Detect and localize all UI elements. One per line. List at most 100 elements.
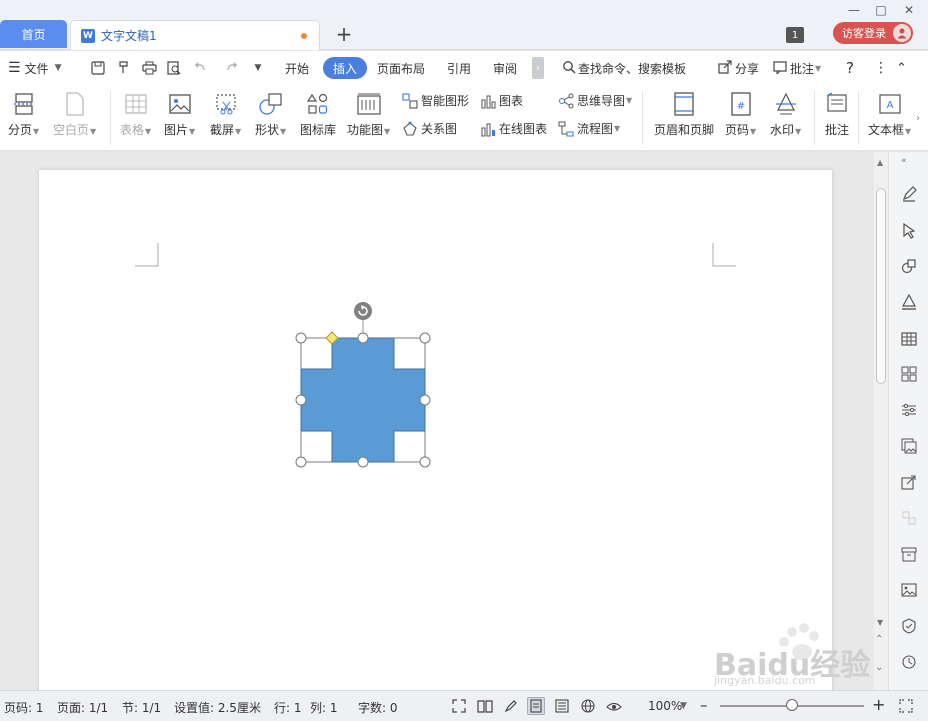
print-icon[interactable]	[141, 60, 157, 76]
status-section[interactable]: 节: 1/1	[122, 699, 161, 716]
header-footer-button[interactable]: 页眉和页脚	[654, 91, 714, 138]
zoom-slider-knob[interactable]	[786, 699, 798, 711]
zoom-out-minus-icon[interactable]: –	[700, 696, 708, 714]
table-panel-icon[interactable]	[899, 329, 919, 349]
smart-shape-button[interactable]: 智能图形	[402, 92, 469, 109]
style-fill-icon[interactable]	[899, 292, 919, 312]
resize-handle-bottom-left[interactable]	[295, 456, 307, 468]
mind-map-button[interactable]: 思维导图 ▼	[558, 92, 632, 109]
tab-home[interactable]: 首页	[0, 20, 67, 48]
selected-cross-shape[interactable]	[293, 301, 441, 469]
rotate-handle-icon[interactable]	[354, 302, 372, 320]
more-options-icon[interactable]: ⋮	[874, 57, 888, 79]
zoom-in-plus-icon[interactable]: +	[872, 695, 885, 714]
status-column[interactable]: 列: 1	[310, 699, 338, 716]
status-page-code[interactable]: 页码: 1	[4, 699, 44, 716]
resize-handle-bottom-right[interactable]	[419, 456, 431, 468]
insert-comment-button[interactable]: 批注	[824, 91, 850, 138]
page-number-button[interactable]: # 页码▼	[725, 91, 756, 138]
new-tab-plus-icon[interactable]: +	[332, 22, 356, 46]
status-pages[interactable]: 页面: 1/1	[57, 699, 108, 716]
export-share-icon[interactable]	[899, 472, 919, 492]
tab-page-layout[interactable]: 页面布局	[377, 57, 425, 79]
image-library-icon[interactable]	[899, 436, 919, 456]
online-chart-button[interactable]: 在线图表	[480, 120, 547, 137]
customize-toolbar-icon[interactable]: ▼	[250, 60, 266, 76]
ribbon-scroll-right-icon[interactable]: ›	[916, 113, 920, 124]
document-workspace[interactable]	[0, 152, 874, 710]
maximize-icon[interactable]: □	[871, 2, 891, 18]
edit-mode-pen-icon[interactable]	[502, 697, 520, 715]
share-button[interactable]: 分享	[718, 57, 759, 79]
outline-view-icon[interactable]	[553, 697, 571, 715]
chart-button[interactable]: 图表	[480, 92, 523, 109]
resize-handle-bottom[interactable]	[357, 456, 369, 468]
tab-review[interactable]: 审阅	[493, 57, 517, 79]
undo-icon[interactable]	[192, 60, 208, 76]
textbox-button[interactable]: A 文本框▼	[868, 91, 911, 138]
icon-library-button[interactable]: 图标库	[300, 91, 336, 138]
file-menu[interactable]: ☰ 文件 ▼	[8, 57, 62, 79]
tab-start[interactable]: 开始	[285, 57, 309, 79]
vertical-scrollbar[interactable]: ▲ ▼ ⌃ ⌄	[874, 152, 888, 690]
function-chart-button[interactable]: 功能图▼	[347, 91, 390, 138]
picture-panel-icon[interactable]	[899, 580, 919, 600]
share-icon	[718, 59, 732, 77]
collapse-ribbon-icon[interactable]: ⌃	[896, 57, 907, 79]
flow-chart-button[interactable]: 流程图 ▼	[558, 120, 620, 137]
more-tabs-arrow-icon[interactable]: ›	[532, 57, 544, 79]
status-setting-value[interactable]: 设置值: 2.5厘米	[174, 699, 261, 716]
command-search[interactable]: 查找命令、搜索模板	[562, 57, 686, 79]
status-row[interactable]: 行: 1	[274, 699, 302, 716]
backup-shield-icon[interactable]	[899, 616, 919, 636]
online-chart-label: 在线图表	[499, 122, 548, 136]
relation-chart-button[interactable]: 关系图	[402, 120, 457, 137]
tab-insert[interactable]: 插入	[323, 57, 368, 79]
resize-handle-top[interactable]	[357, 332, 369, 344]
page-view-icon[interactable]	[527, 697, 545, 715]
resize-handle-left[interactable]	[295, 394, 307, 406]
status-word-count[interactable]: 字数: 0	[358, 699, 398, 716]
fit-window-icon[interactable]	[897, 697, 915, 715]
resize-handle-right[interactable]	[419, 394, 431, 406]
tab-document[interactable]: W 文字文稿1	[70, 20, 320, 50]
picture-button[interactable]: 图片▼	[164, 91, 195, 138]
help-icon[interactable]: ?	[846, 57, 854, 79]
history-clock-icon[interactable]	[899, 652, 919, 672]
zoom-level[interactable]: 100%	[648, 699, 682, 713]
table-button[interactable]: 表格▼	[120, 91, 151, 138]
shapes-panel-icon[interactable]	[899, 256, 919, 276]
shape-button[interactable]: 形状▼	[255, 91, 286, 138]
read-mode-icon[interactable]	[476, 697, 494, 715]
chevron-down-icon[interactable]: ▼	[680, 701, 687, 711]
resize-handle-top-right[interactable]	[419, 332, 431, 344]
comment-menu-button[interactable]: 批注 ▼	[773, 57, 821, 79]
scrollbar-thumb[interactable]	[876, 188, 886, 384]
format-painter-icon[interactable]	[116, 60, 132, 76]
minimize-icon[interactable]: —	[844, 2, 864, 18]
fullscreen-icon[interactable]	[450, 697, 468, 715]
blank-page-button[interactable]: 空白页▼	[53, 91, 96, 138]
sidebar-collapse-icon[interactable]: «	[901, 156, 907, 166]
web-layout-globe-icon[interactable]	[579, 697, 597, 715]
screenshot-button[interactable]: 截屏▼	[210, 91, 241, 138]
eye-protection-icon[interactable]	[605, 697, 623, 715]
window-count-badge[interactable]: 1	[786, 27, 804, 43]
select-cursor-icon[interactable]	[899, 221, 919, 241]
redo-icon[interactable]	[224, 60, 240, 76]
compare-disabled-icon[interactable]	[899, 508, 919, 528]
scroll-up-icon[interactable]: ▲	[877, 158, 883, 167]
apps-grid-icon[interactable]	[899, 364, 919, 384]
save-icon[interactable]	[90, 60, 106, 76]
close-icon[interactable]: ✕	[899, 2, 919, 18]
guest-login-button[interactable]: 访客登录	[833, 22, 913, 44]
print-preview-icon[interactable]	[166, 60, 182, 76]
settings-sliders-icon[interactable]	[899, 400, 919, 420]
chevron-down-icon: ▼	[90, 127, 97, 136]
resize-handle-top-left[interactable]	[295, 332, 307, 344]
page-break-button[interactable]: 分页▼	[8, 91, 39, 138]
archive-box-icon[interactable]	[899, 544, 919, 564]
watermark-button[interactable]: 水印▼	[770, 91, 801, 138]
pen-edit-icon[interactable]	[899, 184, 919, 204]
tab-references[interactable]: 引用	[447, 57, 471, 79]
